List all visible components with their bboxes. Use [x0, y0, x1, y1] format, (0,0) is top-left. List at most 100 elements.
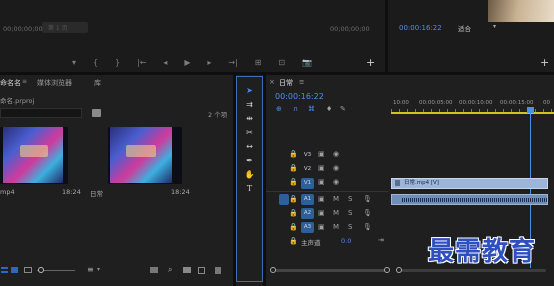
tab-project[interactable]: 命名名 [0, 78, 21, 88]
source-add-button-icon[interactable]: + [366, 56, 375, 69]
mute-button[interactable]: M [333, 209, 339, 218]
sequence-tab[interactable]: 日常 [279, 78, 293, 88]
project-item-thumbnail[interactable] [108, 127, 182, 184]
microphone-icon[interactable]: 🎙 [363, 209, 372, 218]
list-view-icon[interactable] [1, 267, 8, 273]
scroll-handle[interactable] [270, 267, 276, 273]
lock-icon[interactable]: 🔒 [289, 223, 298, 232]
nest-icon[interactable]: ⊕ [276, 105, 282, 114]
linked-selection-icon[interactable]: ⌘ [308, 105, 315, 114]
lock-icon[interactable]: 🔒 [289, 209, 298, 218]
lock-icon[interactable]: 🔒 [289, 150, 298, 159]
search-icon[interactable]: ⌕ [168, 265, 172, 275]
project-item-name: mp4 [0, 188, 15, 196]
tab-libraries[interactable]: 库 [94, 78, 101, 88]
pen-tool-icon[interactable]: ✒ [243, 155, 256, 167]
microphone-icon[interactable]: 🎙 [363, 195, 372, 204]
play-icon[interactable]: ▶ [184, 58, 190, 68]
solo-button[interactable]: S [348, 223, 352, 232]
sync-icon[interactable]: ▣ [318, 223, 325, 232]
scroll-handle[interactable] [384, 267, 390, 273]
timeline-menu-icon[interactable]: ≡ [299, 78, 304, 86]
solo-button[interactable]: S [348, 209, 352, 218]
eye-icon[interactable]: ◉ [333, 164, 339, 173]
insert-icon[interactable]: ⊞ [255, 58, 262, 68]
scroll-handle[interactable] [396, 267, 402, 273]
audio-clip[interactable] [391, 194, 548, 205]
sync-icon[interactable]: ▣ [318, 178, 325, 187]
timeline-header-scrollbar[interactable] [271, 269, 389, 272]
sync-icon[interactable]: ▣ [318, 150, 325, 159]
automate-to-sequence-icon[interactable] [150, 267, 158, 273]
clear-icon[interactable] [215, 267, 221, 274]
hand-tool-icon[interactable]: ✋ [243, 169, 256, 181]
new-bin-icon[interactable] [92, 109, 101, 117]
snap-icon[interactable]: ∩ [293, 105, 298, 114]
new-bin-icon[interactable] [183, 267, 191, 273]
lock-icon[interactable]: 🔒 [289, 195, 298, 204]
selection-tool-icon[interactable]: ➤ [243, 85, 256, 97]
go-to-out-icon[interactable]: →| [228, 58, 237, 68]
ruler-label: 00:00:05:00 [419, 100, 453, 106]
ripple-edit-tool-icon[interactable]: ⇹ [243, 113, 256, 125]
go-to-in-icon[interactable]: |← [137, 58, 146, 68]
step-forward-icon[interactable]: ▸ [207, 58, 211, 68]
project-file-name: 命名.prproj [0, 97, 35, 105]
source-clip-dropdown[interactable]: 第 1 页 [42, 22, 88, 33]
step-back-icon[interactable]: ◂ [163, 58, 167, 68]
type-tool-icon[interactable]: T [243, 183, 256, 195]
solo-button[interactable]: S [348, 195, 352, 204]
chevron-down-icon[interactable]: ▾ [97, 266, 100, 273]
track-label-v3[interactable]: V3 [301, 150, 314, 161]
lock-icon[interactable]: 🔒 [289, 178, 298, 187]
fit-dropdown[interactable]: 适合 ▾ [458, 23, 502, 33]
icon-view-icon[interactable] [11, 267, 18, 273]
timeline-timecode[interactable]: 00:00:16:22 [275, 92, 324, 101]
mute-button[interactable]: M [333, 223, 339, 232]
track-label-a1[interactable]: A1 [301, 194, 314, 205]
tools-panel: ➤ ⇉ ⇹ ✂ ↔ ✒ ✋ T [236, 76, 263, 282]
freeform-view-icon[interactable] [24, 267, 32, 273]
watermark-logo: 最需教育 [428, 234, 552, 274]
eye-icon[interactable]: ◉ [333, 178, 339, 187]
sync-icon[interactable]: ▣ [318, 164, 325, 173]
new-item-icon[interactable] [198, 267, 205, 274]
track-label-a2[interactable]: A2 [301, 208, 314, 219]
add-marker-icon[interactable]: ♦ [326, 105, 332, 114]
slip-tool-icon[interactable]: ↔ [243, 141, 256, 153]
track-select-tool-icon[interactable]: ⇉ [243, 99, 256, 111]
project-item-thumbnail[interactable] [0, 127, 68, 184]
track-label-v1[interactable]: V1 [301, 178, 314, 189]
track-label-v2[interactable]: V2 [301, 164, 314, 175]
lock-icon[interactable]: 🔒 [289, 237, 298, 246]
add-marker-icon[interactable]: ▾ [72, 58, 76, 68]
eye-icon[interactable]: ◉ [333, 150, 339, 159]
mute-button[interactable]: M [333, 195, 339, 204]
video-clip[interactable]: 日常.mp4 [V] [391, 178, 548, 189]
source-duration: 00;00;00;00 [330, 25, 370, 33]
wrench-icon[interactable]: ✎ [340, 105, 346, 114]
track-label-a3[interactable]: A3 [301, 222, 314, 233]
program-add-button-icon[interactable]: + [540, 56, 549, 69]
sort-icon[interactable]: ≡ [87, 265, 94, 274]
mark-out-icon[interactable]: } [115, 58, 120, 68]
mark-in-icon[interactable]: { [93, 58, 98, 68]
zoom-slider-handle[interactable] [38, 267, 44, 273]
microphone-icon[interactable]: 🎙 [363, 223, 372, 232]
source-timecode[interactable]: 00;00;00;00 [3, 25, 43, 33]
close-icon[interactable]: × [269, 78, 275, 86]
sync-icon[interactable]: ▣ [318, 209, 325, 218]
program-timecode[interactable]: 00:00:16:22 [399, 24, 442, 32]
export-frame-icon[interactable]: 📷 [302, 58, 312, 68]
razor-tool-icon[interactable]: ✂ [243, 127, 256, 139]
sync-icon[interactable]: ▣ [318, 195, 325, 204]
lock-icon[interactable]: 🔒 [289, 164, 298, 173]
menu-icon[interactable]: ≡ [22, 78, 27, 85]
tab-media-browser[interactable]: 媒体浏览器 [37, 78, 72, 88]
go-to-end-icon[interactable]: ⇥ [378, 236, 384, 245]
overwrite-icon[interactable]: ⊡ [278, 58, 285, 68]
playhead-handle[interactable] [527, 107, 534, 113]
project-search-input[interactable] [0, 108, 82, 118]
master-volume-value[interactable]: 0.0 [341, 237, 351, 245]
source-patch-a1[interactable]: A1 [279, 194, 289, 205]
